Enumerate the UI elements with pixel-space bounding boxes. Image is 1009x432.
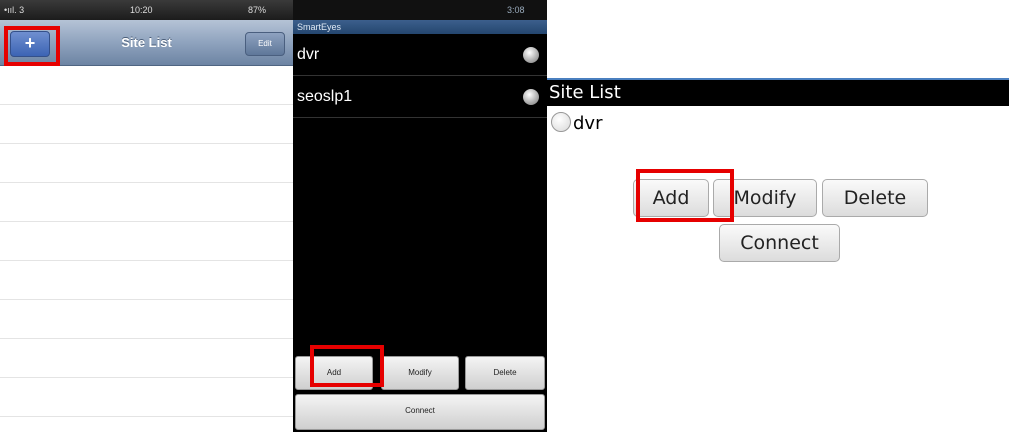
delete-button[interactable]: Delete (465, 356, 545, 390)
table-row (0, 144, 293, 183)
android-site-list-screen: 3:08 SmartEyes dvr seoslp1 Add Modify De… (293, 0, 547, 432)
table-row (0, 261, 293, 300)
site-radio[interactable] (551, 112, 571, 132)
iphone-nav-bar: + Site List Edit (0, 20, 293, 66)
delete-button[interactable]: Delete (822, 179, 928, 217)
site-list-item[interactable]: dvr (551, 112, 602, 136)
page-title: Site List (547, 80, 1009, 106)
table-row (0, 183, 293, 222)
site-radio[interactable] (523, 89, 539, 105)
table-row (0, 300, 293, 339)
site-radio[interactable] (523, 47, 539, 63)
table-row (0, 378, 293, 417)
battery-level: 87% (248, 5, 267, 15)
app-title-bar: SmartEyes (293, 20, 547, 34)
site-name: dvr (573, 113, 603, 134)
site-table (0, 66, 293, 432)
modify-button[interactable]: Modify (381, 356, 459, 390)
modify-button[interactable]: Modify (713, 179, 817, 217)
connect-button[interactable]: Connect (719, 224, 840, 262)
add-button[interactable]: Add (633, 179, 709, 217)
iphone-status-bar: •ııl. 3 10:20 87% (0, 0, 293, 20)
edit-button[interactable]: Edit (245, 32, 285, 56)
status-time: 3:08 (507, 5, 525, 15)
site-name: seoslp1 (297, 88, 353, 105)
table-row (0, 222, 293, 261)
status-time: 10:20 (130, 5, 153, 15)
table-row (0, 339, 293, 378)
table-row (0, 105, 293, 144)
connect-button[interactable]: Connect (295, 394, 545, 430)
site-name: dvr (297, 46, 320, 63)
iphone-site-list-screen: •ııl. 3 10:20 87% + Site List Edit (0, 0, 293, 432)
site-list-item[interactable]: seoslp1 (293, 76, 547, 118)
android-status-bar: 3:08 (293, 0, 547, 20)
site-list-item[interactable]: dvr (293, 34, 547, 76)
table-row (0, 66, 293, 105)
carrier-signal: •ııl. 3 (4, 5, 25, 15)
add-button[interactable]: Add (295, 356, 373, 390)
blackberry-site-list-screen: Site List dvr Add Modify Delete Connect (547, 78, 1009, 432)
